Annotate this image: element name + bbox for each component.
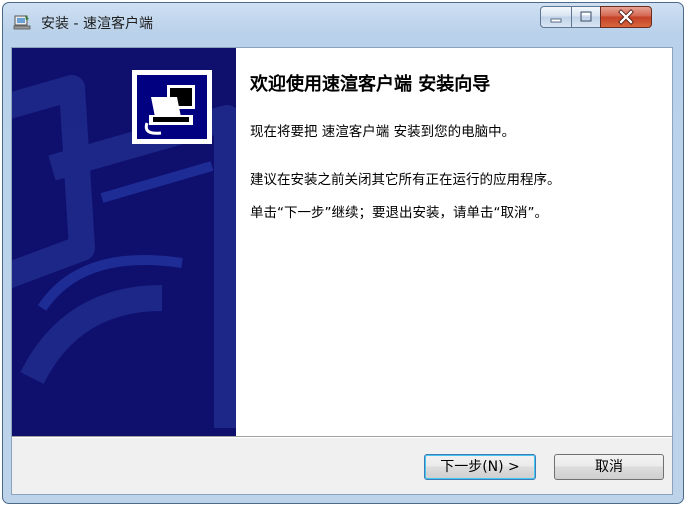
- wizard-content: 欢迎使用速渲客户端 安装向导 现在将要把 速渲客户端 安装到您的电脑中。 建议在…: [236, 48, 672, 436]
- minimize-icon: [550, 18, 562, 23]
- divider: [12, 436, 672, 438]
- wizard-banner: [12, 48, 236, 436]
- continue-instructions: 单击“下一步”继续；要退出安装，请单击“取消”。: [250, 205, 548, 221]
- installer-app-icon: [13, 14, 31, 30]
- install-target-text: 现在将要把 速渲客户端 安装到您的电脑中。: [250, 124, 516, 140]
- installer-computer-icon: [144, 85, 195, 135]
- cancel-button[interactable]: 取消: [554, 454, 664, 480]
- next-button[interactable]: 下一步(N) >: [424, 454, 536, 480]
- close-icon: [618, 9, 634, 25]
- wizard-body: 欢迎使用速渲客户端 安装向导 现在将要把 速渲客户端 安装到您的电脑中。 建议在…: [11, 47, 673, 495]
- maximize-icon: [580, 11, 592, 22]
- maximize-button[interactable]: [571, 6, 601, 28]
- close-apps-advice: 建议在安装之前关闭其它所有正在运行的应用程序。: [250, 172, 561, 188]
- title-bar[interactable]: 安装 - 速渲客户端: [3, 3, 683, 39]
- window-title: 安装 - 速渲客户端: [41, 16, 153, 32]
- wizard-logo: [132, 70, 212, 144]
- welcome-heading: 欢迎使用速渲客户端 安装向导: [250, 74, 491, 95]
- minimize-button[interactable]: [540, 6, 572, 28]
- installer-window: 安装 - 速渲客户端 欢迎使用速渲客户端 安装向导 现在将要把 速渲客户端 安装…: [2, 2, 684, 504]
- close-button[interactable]: [600, 6, 652, 28]
